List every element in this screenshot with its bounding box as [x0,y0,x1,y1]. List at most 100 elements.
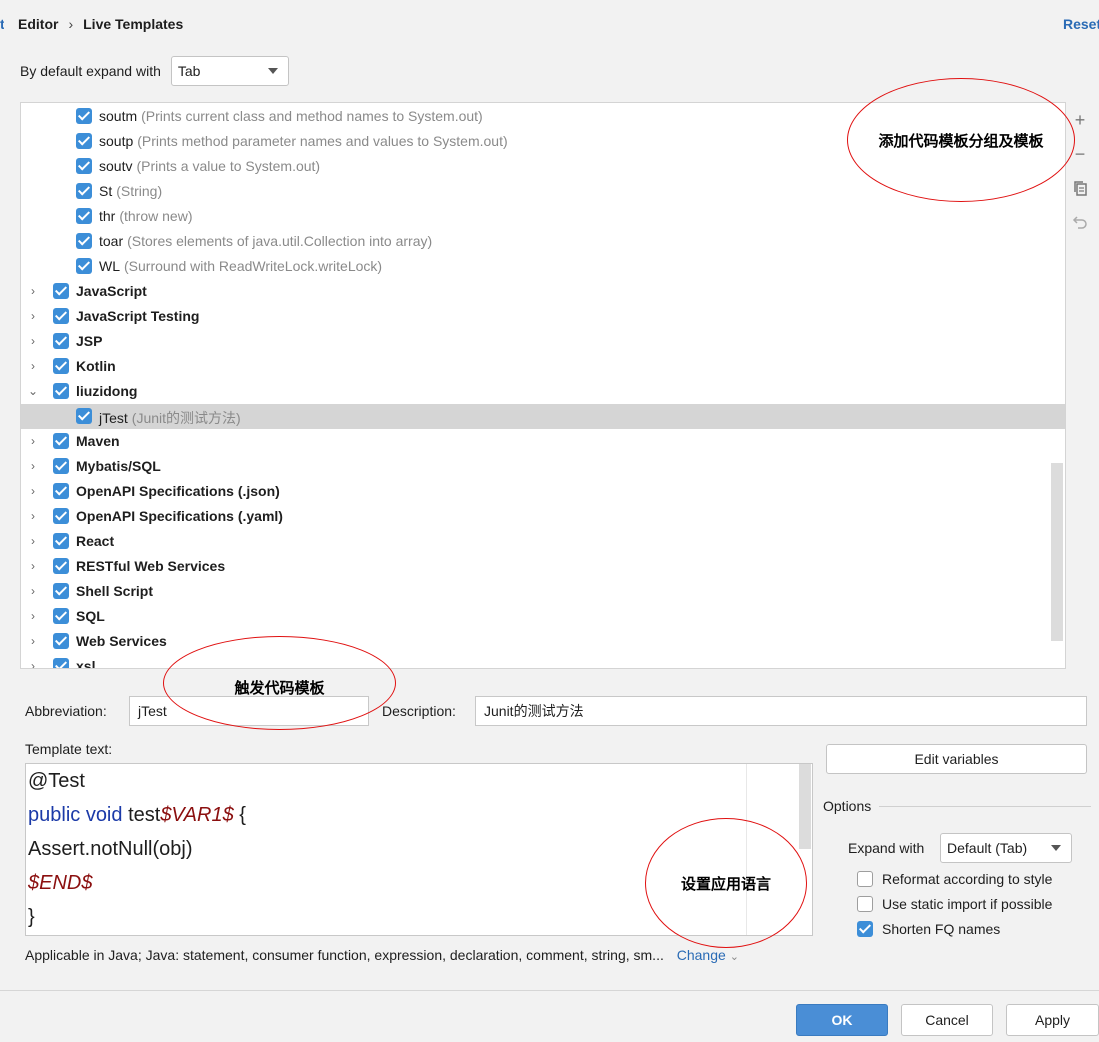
tree-group-label: JSP [76,333,103,349]
description-label: Description: [382,703,456,719]
tree-checkbox[interactable] [53,458,69,474]
default-expand-dropdown[interactable]: Tab [170,56,289,86]
tree-checkbox[interactable] [53,633,69,649]
option-checkbox-row[interactable]: Reformat according to style [857,871,1052,887]
tree-checkbox[interactable] [76,258,92,274]
chevron-right-icon[interactable]: › [27,535,39,547]
copy-icon[interactable] [1068,176,1092,200]
tree-checkbox[interactable] [53,358,69,374]
ok-button[interactable]: OK [796,1004,888,1036]
tree-group-row[interactable]: › React [21,529,1065,554]
tree-group-label: React [76,533,115,549]
code-token: $VAR1$ [160,804,234,826]
options-header: Options [823,798,1091,814]
tree-template-label: thr (throw new) [99,208,192,224]
chevron-right-icon[interactable]: › [27,610,39,622]
tree-group-label: OpenAPI Specifications (.yaml) [76,508,283,524]
option-label: Reformat according to style [882,871,1053,887]
chevron-right-icon[interactable]: › [27,635,39,647]
option-checkbox-row[interactable]: Shorten FQ names [857,921,1052,937]
tree-checkbox[interactable] [53,558,69,574]
change-link[interactable]: Change ⌄ [677,947,739,963]
tree-group-row[interactable]: › Shell Script [21,579,1065,604]
template-description: (Stores elements of java.util.Collection… [127,233,433,249]
tree-checkbox[interactable] [76,158,92,174]
template-description: (Prints a value to System.out) [136,158,321,174]
chevron-right-icon[interactable]: › [27,360,39,372]
template-abbreviation: thr [99,208,116,224]
tree-group-row[interactable]: › JSP [21,329,1065,354]
options-checks: Reformat according to style Use static im… [857,871,1052,937]
tree-group-row[interactable]: › JavaScript [21,279,1065,304]
editor-scrollbar[interactable] [799,764,811,849]
tree-group-row[interactable]: › OpenAPI Specifications (.json) [21,479,1065,504]
reset-link[interactable]: Reset [1063,16,1099,32]
tree-group-row[interactable]: › RESTful Web Services [21,554,1065,579]
tree-template-label: soutv (Prints a value to System.out) [99,158,320,174]
tree-checkbox[interactable] [76,183,92,199]
tree-checkbox[interactable] [53,308,69,324]
tree-group-row[interactable]: ⌄ liuzidong [21,379,1065,404]
undo-icon[interactable] [1068,210,1092,234]
breadcrumb-separator: › [68,16,74,32]
tree-checkbox[interactable] [53,583,69,599]
template-code-line: $END$ [28,872,92,895]
tree-checkbox[interactable] [53,608,69,624]
chevron-right-icon[interactable]: › [27,660,39,668]
tree-group-row[interactable]: › Web Services [21,629,1065,654]
chevron-right-icon[interactable]: › [27,335,39,347]
tree-checkbox[interactable] [76,233,92,249]
breadcrumb-root[interactable]: Editor [18,16,58,32]
chevron-right-icon[interactable]: › [27,560,39,572]
chevron-right-icon[interactable]: › [27,585,39,597]
tree-checkbox[interactable] [53,283,69,299]
chevron-right-icon[interactable]: › [27,435,39,447]
chevron-right-icon[interactable]: › [27,485,39,497]
tree-template-row[interactable]: toar (Stores elements of java.util.Collec… [21,229,1065,254]
apply-button[interactable]: Apply [1006,1004,1099,1036]
tree-group-row[interactable]: › OpenAPI Specifications (.yaml) [21,504,1065,529]
tree-group-row[interactable]: › Maven [21,429,1065,454]
template-description: (String) [116,183,163,199]
expand-with-dropdown[interactable]: Default (Tab) [940,833,1072,863]
option-checkbox[interactable] [857,896,873,912]
tree-checkbox[interactable] [53,383,69,399]
cancel-button[interactable]: Cancel [901,1004,993,1036]
tree-template-row[interactable]: thr (throw new) [21,204,1065,229]
chevron-right-icon[interactable]: › [27,510,39,522]
tree-checkbox[interactable] [76,208,92,224]
description-input[interactable]: Junit的测试方法 [475,696,1087,726]
tree-group-label: Mybatis/SQL [76,458,161,474]
tree-checkbox[interactable] [53,533,69,549]
option-checkbox[interactable] [857,871,873,887]
tree-checkbox[interactable] [53,508,69,524]
annotation-trigger: 触发代码模板 [163,636,396,730]
chevron-down-icon [267,68,278,74]
tree-checkbox[interactable] [76,408,92,424]
chevron-down-icon: ⌄ [729,951,739,963]
chevron-right-icon[interactable]: › [27,460,39,472]
option-checkbox-row[interactable]: Use static import if possible [857,896,1052,912]
chevron-right-icon[interactable]: › [27,310,39,322]
tree-group-row[interactable]: › JavaScript Testing [21,304,1065,329]
tree-scrollbar[interactable] [1051,463,1063,641]
template-abbreviation: St [99,183,113,199]
tree-checkbox[interactable] [53,333,69,349]
tree-checkbox[interactable] [53,658,69,668]
tree-template-row[interactable]: WL (Surround with ReadWriteLock.writeLock… [21,254,1065,279]
chevron-down-icon[interactable]: ⌄ [27,385,39,397]
chevron-right-icon[interactable]: › [27,285,39,297]
tree-group-row[interactable]: › Kotlin [21,354,1065,379]
tree-group-row[interactable]: › Mybatis/SQL [21,454,1065,479]
tree-group-row[interactable]: › SQL [21,604,1065,629]
tree-checkbox[interactable] [53,433,69,449]
tree-checkbox[interactable] [53,483,69,499]
tree-checkbox[interactable] [76,133,92,149]
template-description: (throw new) [119,208,193,224]
edit-variables-button[interactable]: Edit variables [826,744,1087,774]
abbreviation-label: Abbreviation: [25,703,107,719]
tree-checkbox[interactable] [76,108,92,124]
tree-template-row[interactable]: jTest (Junit的测试方法) [21,404,1065,429]
tree-group-label: Shell Script [76,583,154,599]
option-checkbox[interactable] [857,921,873,937]
